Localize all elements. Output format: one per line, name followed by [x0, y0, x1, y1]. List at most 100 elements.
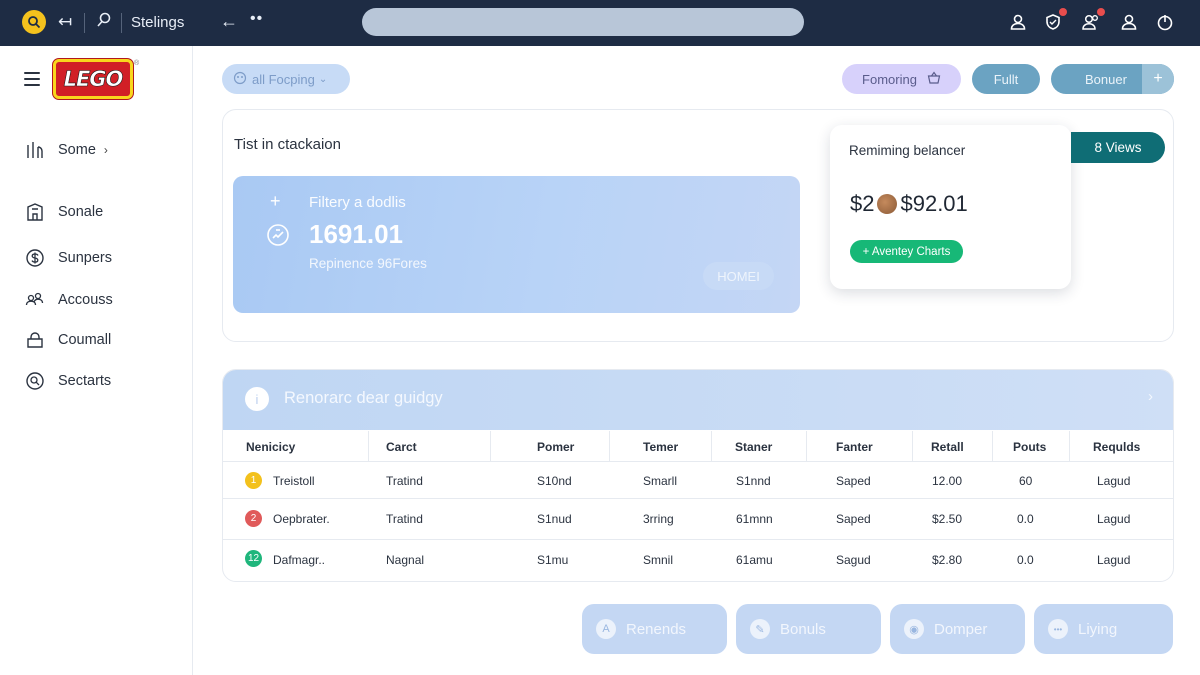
more-dots-icon[interactable]: •• [250, 10, 263, 28]
hero-value: 1691.01 [309, 219, 403, 249]
button-label: Liying [1078, 620, 1118, 638]
shield-icon[interactable] [1042, 8, 1067, 33]
bag-icon [24, 329, 46, 351]
table-cell: 61mnn [736, 512, 773, 526]
balance-value: $2 $92.01 [850, 191, 968, 217]
column-divider [490, 431, 491, 461]
column-header[interactable]: Staner [735, 440, 772, 454]
table-cell: Smnil [643, 553, 674, 567]
table-cell: 0.0 [1017, 512, 1034, 526]
table-cell: S1nud [537, 512, 572, 526]
table-cell: Smarll [643, 474, 678, 488]
account-icon[interactable] [1118, 11, 1140, 33]
sidebar-item-label: Sonale [58, 204, 104, 220]
table-cell: 61amu [736, 553, 773, 567]
arrow-left-icon[interactable]: ← [220, 11, 238, 32]
table-cell: Nagnal [386, 553, 425, 567]
sidebar-item-sunpers[interactable]: Sunpers [24, 246, 112, 270]
bars-chart-icon [24, 139, 46, 161]
top-bar: ↤ Stelings ← •• [0, 0, 1200, 46]
group-icon[interactable] [1080, 8, 1105, 33]
coin-hand-icon [266, 223, 290, 247]
column-header[interactable]: Nenicicy [246, 440, 295, 454]
filter-label: all Focping [252, 71, 315, 87]
table-cell: Saped [836, 474, 871, 488]
search-circle-icon [24, 370, 46, 392]
sidebar-item-coumall[interactable]: Coumall [24, 328, 111, 352]
inventory-charts-button[interactable]: + Aventey Charts [850, 240, 963, 263]
fomoring-label: Fomoring [862, 71, 917, 87]
bonuer-button[interactable]: Bonuer + [1051, 64, 1174, 94]
people-icon [24, 289, 46, 311]
sidebar-item-some[interactable]: Some › [24, 138, 108, 162]
column-divider [912, 431, 913, 461]
views-button[interactable]: 8 Views [1071, 132, 1165, 163]
table-banner[interactable]: i Renorarc dear guidgy › [223, 370, 1173, 430]
button-label: Renends [626, 620, 687, 638]
table-cell: Lagud [1097, 553, 1131, 567]
sidebar-item-label: Sectarts [58, 373, 112, 389]
domper-button[interactable]: ◉ Domper [890, 604, 1025, 654]
column-divider [368, 431, 369, 461]
row-divider [222, 498, 1174, 499]
table-cell: 3rring [643, 512, 674, 526]
table-cell: 60 [1019, 474, 1033, 488]
address-bar[interactable] [362, 8, 804, 36]
plus-icon[interactable]: + [270, 191, 281, 212]
column-header[interactable]: Carct [386, 440, 417, 454]
plus-icon[interactable]: + [1142, 64, 1174, 94]
sidebar-item-sectarts[interactable]: Sectarts [24, 369, 111, 393]
search-icon[interactable] [22, 10, 46, 34]
sidebar-item-accouss[interactable]: Accouss [24, 288, 113, 312]
table-cell: Lagud [1097, 512, 1131, 526]
button-label: Domper [934, 620, 988, 638]
logo-registered-mark: ® [134, 60, 140, 67]
filter-dropdown[interactable]: all Focping ⌄ [222, 64, 350, 94]
balance-amount: $92.01 [900, 191, 968, 216]
sidebar-item-label: Coumall [58, 332, 112, 348]
back-arrow-icon[interactable]: ↤ [58, 12, 72, 32]
brand-logo[interactable]: LEGO [53, 59, 133, 99]
home-button[interactable]: HOMEI [703, 262, 774, 290]
table-cell: 12.00 [932, 474, 963, 488]
magnifier-icon[interactable] [95, 11, 113, 34]
column-header[interactable]: Retall [931, 440, 964, 454]
row-badge: 12 [245, 550, 262, 567]
power-icon[interactable] [1154, 11, 1176, 33]
column-header[interactable]: Pomer [537, 440, 574, 454]
hero-caption: Repinence 96Fores [309, 256, 427, 271]
filter-icon [233, 71, 247, 88]
table-cell: Sagud [836, 553, 871, 567]
overview-title: Tist in ctackaion [234, 136, 341, 153]
fomoring-button[interactable]: Fomoring [842, 64, 961, 94]
bonuls-button[interactable]: ✎ Bonuls [736, 604, 881, 654]
divider [84, 13, 85, 33]
column-header[interactable]: Pouts [1013, 440, 1046, 454]
chevron-right-icon[interactable]: › [1148, 388, 1153, 405]
sidebar-item-sonale[interactable]: Sonale [24, 200, 103, 224]
column-header[interactable]: Fanter [836, 440, 873, 454]
pencil-icon: ✎ [750, 619, 770, 639]
column-divider [806, 431, 807, 461]
column-divider [992, 431, 993, 461]
column-header[interactable]: Temer [643, 440, 678, 454]
sidebar-item-label: Accouss [58, 292, 113, 308]
coin-icon [877, 194, 898, 214]
table-cell: Saped [836, 512, 871, 526]
table-cell: Oepbrater. [273, 512, 330, 526]
row-divider [222, 539, 1174, 540]
row-badge: 1 [245, 472, 262, 489]
row-badge: 2 [245, 510, 262, 527]
full-button[interactable]: Fullt [972, 64, 1040, 94]
hero-subtitle: Filtery a dodlis [309, 194, 406, 211]
row-divider [222, 461, 1174, 462]
liying-button[interactable]: ••• Liying [1034, 604, 1173, 654]
user-icon[interactable] [1007, 11, 1029, 33]
building-icon [24, 201, 46, 223]
renends-button[interactable]: A Renends [582, 604, 727, 654]
camera-icon: ◉ [904, 619, 924, 639]
table-cell: Treistoll [273, 474, 315, 488]
hamburger-menu-icon[interactable] [24, 72, 40, 90]
table-cell: S1mu [537, 553, 569, 567]
column-header[interactable]: Requlds [1093, 440, 1140, 454]
